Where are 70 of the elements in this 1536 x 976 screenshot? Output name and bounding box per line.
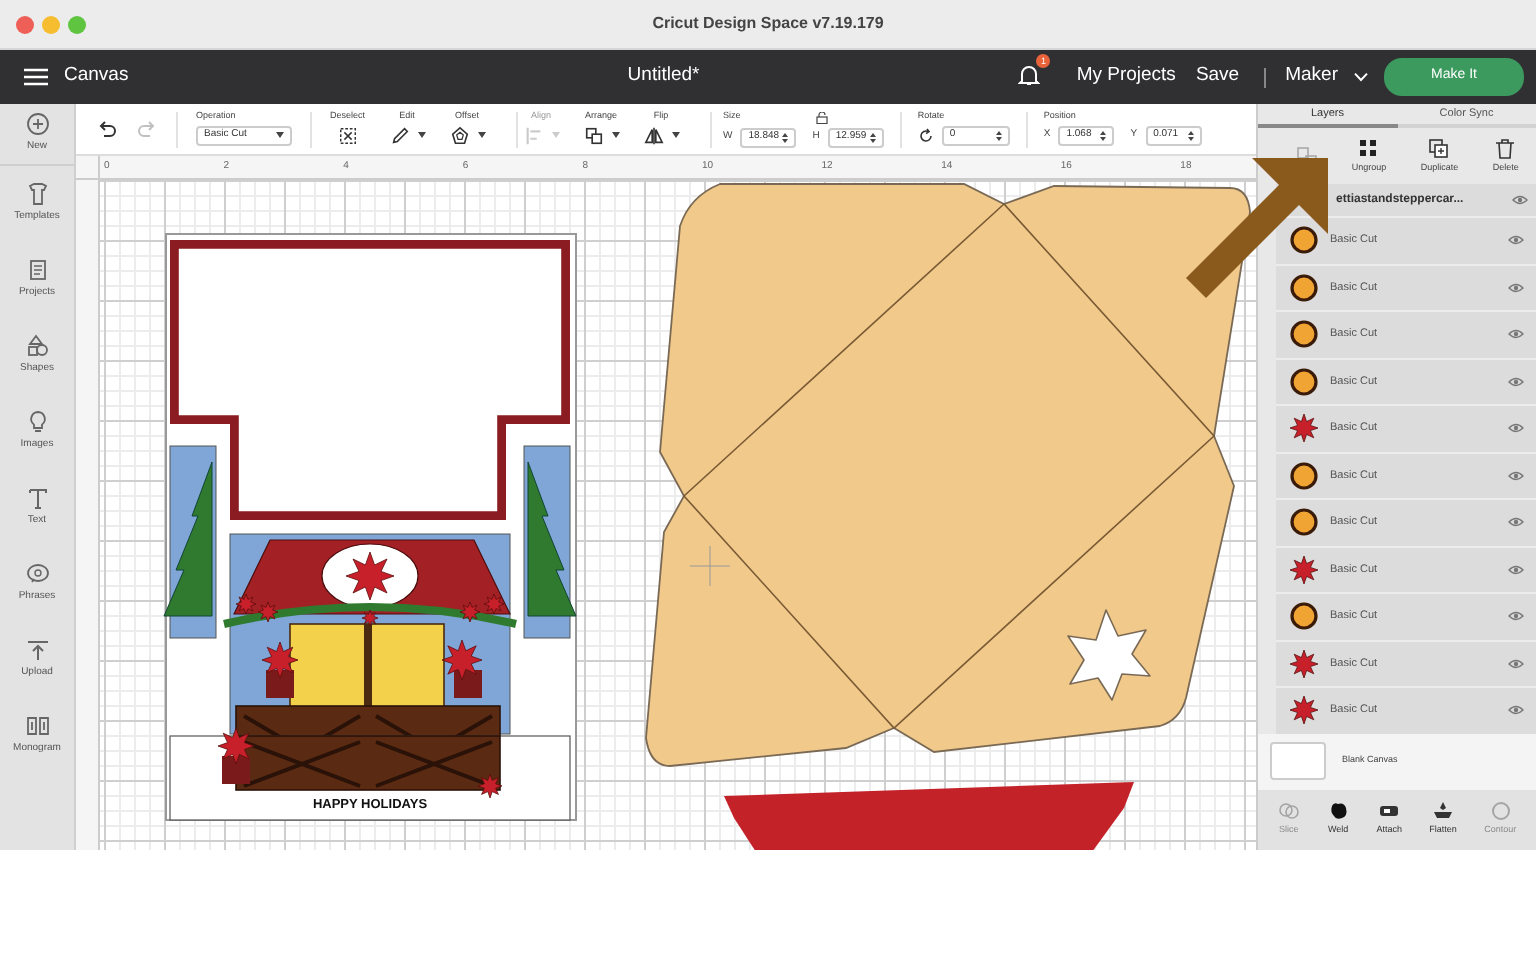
caret-icon[interactable]: [671, 132, 680, 139]
delete-icon: [1494, 137, 1517, 160]
sidebar-icon: [25, 714, 49, 739]
spinner-icon: [995, 129, 1002, 142]
eye-icon[interactable]: [1512, 194, 1528, 206]
caret-icon: [276, 132, 284, 139]
circle-thumbnail: [1290, 226, 1318, 255]
sidebar-icon: [25, 112, 49, 137]
document-title: Untitled*: [627, 62, 700, 91]
eye-icon[interactable]: [1508, 328, 1524, 341]
spinner-icon: [782, 131, 789, 143]
eye-icon[interactable]: [1508, 469, 1524, 482]
circle-thumbnail: [1290, 367, 1318, 396]
circle-thumbnail: [1290, 320, 1318, 349]
flower-thumbnail: [1290, 555, 1318, 584]
eye-icon[interactable]: [1508, 516, 1524, 529]
canvas-swatch: [1270, 742, 1326, 780]
sidebar-icon: [25, 486, 49, 511]
eye-icon[interactable]: [1508, 610, 1524, 623]
sidebar-icon: [25, 182, 49, 207]
slice-icon: [1277, 800, 1300, 823]
offset-icon[interactable]: [449, 125, 470, 146]
bell-icon[interactable]: [1018, 64, 1041, 87]
ungroup-icon: [1357, 137, 1380, 160]
projects-link[interactable]: My Projects: [1076, 62, 1176, 92]
sidebar-icon: [25, 562, 49, 587]
spinner-icon: [1100, 129, 1107, 142]
eye-icon[interactable]: [1508, 422, 1524, 435]
eye-icon[interactable]: [1508, 704, 1524, 717]
menu-icon[interactable]: [24, 68, 48, 86]
deselect-icon[interactable]: [337, 125, 358, 146]
chevron-icon[interactable]: [1354, 72, 1368, 82]
pencil-icon[interactable]: [389, 125, 410, 146]
save-link[interactable]: Save: [1195, 62, 1240, 92]
caret-icon[interactable]: [477, 132, 486, 139]
flower-thumbnail: [1290, 696, 1318, 725]
caret-icon[interactable]: [417, 132, 426, 139]
window-title: Cricut Design Space v7.19.179: [652, 12, 884, 36]
eye-icon[interactable]: [1508, 375, 1524, 388]
weld-icon: [1327, 800, 1350, 823]
card-drawing[interactable]: [163, 233, 577, 821]
eye-icon[interactable]: [1508, 563, 1524, 576]
arrange-icon[interactable]: [583, 125, 604, 146]
sidebar-icon: [25, 410, 49, 435]
caret-icon[interactable]: [611, 132, 620, 139]
circle-thumbnail: [1290, 273, 1318, 302]
sidebar-icon: [25, 334, 49, 359]
flower-thumbnail: [1290, 414, 1318, 443]
sidebar-icon: [25, 638, 49, 663]
contour-icon: [1489, 800, 1512, 823]
sidebar-icon: [25, 258, 49, 283]
eye-icon[interactable]: [1508, 657, 1524, 670]
envelope-drawing[interactable]: [645, 183, 1251, 767]
lock-icon[interactable]: [816, 111, 829, 123]
rotate-icon[interactable]: [917, 127, 934, 144]
spinner-icon: [869, 131, 876, 143]
flower-thumbnail: [1290, 649, 1318, 678]
flatten-icon: [1432, 800, 1455, 823]
spinner-icon: [1187, 129, 1194, 142]
section-title: Canvas: [64, 62, 129, 91]
eye-icon[interactable]: [1508, 234, 1524, 247]
circle-thumbnail: [1290, 461, 1318, 490]
duplicate-icon: [1428, 137, 1451, 160]
circle-thumbnail: [1290, 602, 1318, 631]
flip-icon[interactable]: [643, 125, 664, 146]
eye-icon[interactable]: [1508, 281, 1524, 294]
undo-icon[interactable]: [96, 118, 118, 140]
circle-thumbnail: [1290, 508, 1318, 537]
machine-dropdown[interactable]: Maker: [1285, 62, 1338, 92]
shape-drawing[interactable]: [724, 782, 1134, 850]
